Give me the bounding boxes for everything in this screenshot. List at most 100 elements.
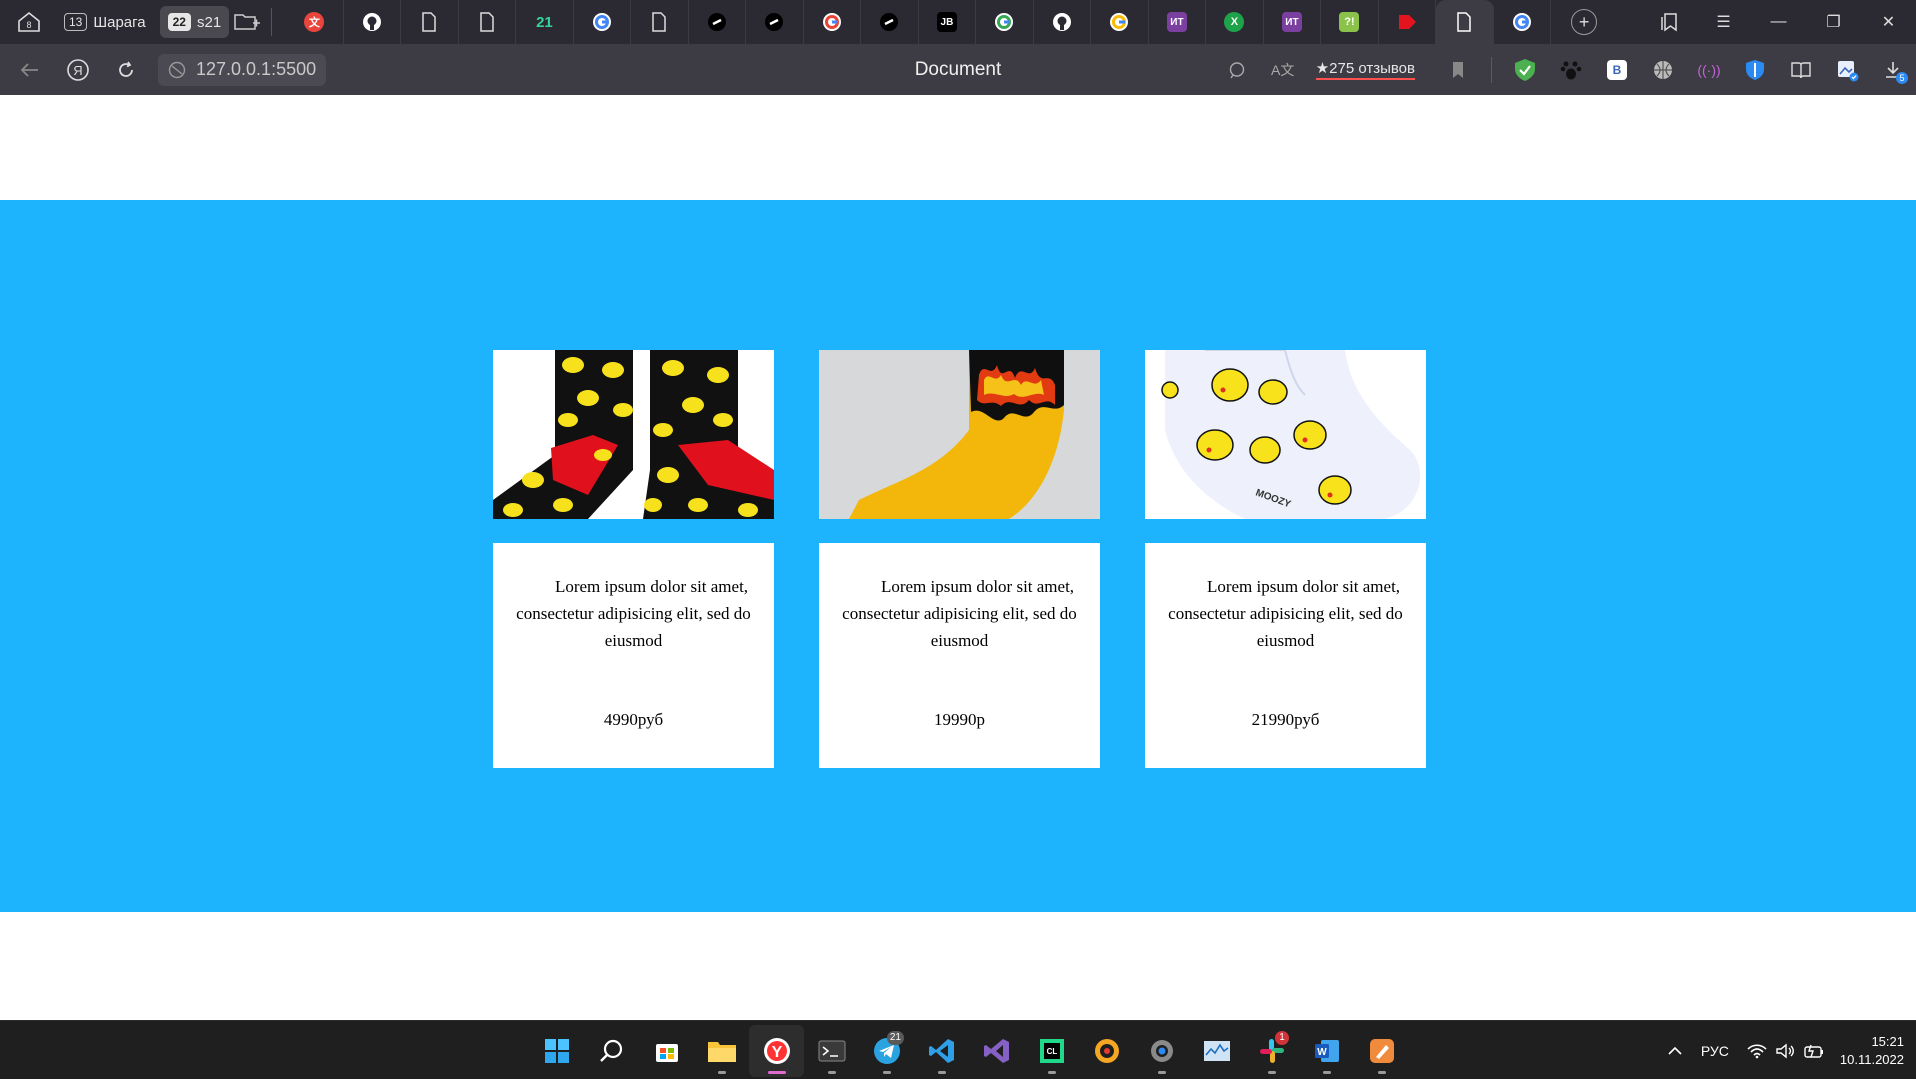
taskbar-terminal[interactable] bbox=[804, 1025, 859, 1077]
tab-google-2[interactable] bbox=[804, 0, 862, 44]
tab-google-3[interactable] bbox=[976, 0, 1034, 44]
google-icon bbox=[592, 13, 611, 31]
tab-github[interactable] bbox=[344, 0, 402, 44]
tab-translate[interactable]: 文 bbox=[286, 0, 344, 44]
tab-github-2[interactable] bbox=[1034, 0, 1092, 44]
tab-google-4[interactable] bbox=[1091, 0, 1149, 44]
svg-text:W: W bbox=[1317, 1047, 1327, 1058]
taskbar-visual-studio[interactable] bbox=[969, 1025, 1024, 1077]
extension-reader[interactable] bbox=[1778, 50, 1824, 90]
taskbar-music[interactable] bbox=[1079, 1025, 1134, 1077]
tab-group-count: 22 bbox=[167, 13, 191, 31]
tab-link-3[interactable] bbox=[861, 0, 919, 44]
clock-date: 10.11.2022 bbox=[1839, 1051, 1904, 1067]
taskbar-monitor[interactable] bbox=[1189, 1025, 1244, 1077]
github-icon bbox=[362, 13, 381, 31]
tab-link-2[interactable] bbox=[746, 0, 804, 44]
clock[interactable]: 15:21 10.11.2022 bbox=[1834, 1033, 1916, 1069]
chain-link-icon bbox=[707, 13, 726, 31]
tab-ut-1[interactable]: ИТ bbox=[1149, 0, 1207, 44]
taskbar-paint-app[interactable] bbox=[1354, 1025, 1409, 1077]
reload-button[interactable] bbox=[102, 50, 150, 90]
shield-check-icon bbox=[1515, 58, 1535, 81]
extension-broadcast[interactable]: ((·)) bbox=[1686, 50, 1732, 90]
start-button[interactable] bbox=[529, 1025, 584, 1077]
tab-video[interactable] bbox=[1379, 0, 1437, 44]
bookmarks-collection-icon bbox=[1660, 13, 1677, 32]
taskbar-clion[interactable]: CL bbox=[1024, 1025, 1079, 1077]
extension-shield[interactable] bbox=[1732, 50, 1778, 90]
google-icon bbox=[822, 13, 841, 31]
question-icon: ?! bbox=[1339, 12, 1360, 32]
extension-adguard[interactable] bbox=[1502, 50, 1548, 90]
extension-paw[interactable] bbox=[1548, 50, 1594, 90]
tab-document-current[interactable] bbox=[1436, 0, 1494, 44]
pinned-tabs: 文 21 JB ИТ X ИТ ?! bbox=[286, 0, 1552, 44]
bookmark-button[interactable] bbox=[1435, 50, 1481, 90]
chat-button[interactable] bbox=[1214, 50, 1260, 90]
tab-google-1[interactable] bbox=[574, 0, 632, 44]
tab-excel[interactable]: X bbox=[1206, 0, 1264, 44]
url-text[interactable]: 127.0.0.1:5500 bbox=[196, 59, 316, 80]
close-window-button[interactable]: ✕ bbox=[1861, 0, 1916, 44]
yandex-button[interactable]: Я bbox=[54, 50, 102, 90]
minimize-button[interactable]: — bbox=[1751, 0, 1806, 44]
tab-quiz[interactable]: ?! bbox=[1321, 0, 1379, 44]
restore-button[interactable]: ❐ bbox=[1806, 0, 1861, 44]
menu-button[interactable]: ☰ bbox=[1696, 0, 1751, 44]
svg-text:Я: Я bbox=[73, 63, 82, 78]
tab-jetbrains[interactable]: JB bbox=[919, 0, 977, 44]
close-icon: ✕ bbox=[1881, 14, 1896, 31]
new-tab-button[interactable]: + bbox=[1571, 9, 1598, 35]
tab-ut-2[interactable]: ИТ bbox=[1264, 0, 1322, 44]
chat-bubble-icon bbox=[1229, 61, 1244, 78]
tab-group-home[interactable]: 8 bbox=[8, 6, 50, 38]
taskbar-settings[interactable] bbox=[1134, 1025, 1189, 1077]
taskbar-telegram[interactable]: 21 bbox=[859, 1025, 914, 1077]
school21-icon: 21 bbox=[536, 13, 553, 31]
extension-vk[interactable]: B bbox=[1594, 50, 1640, 90]
product-info: Lorem ipsum dolor sit amet, consectetur … bbox=[493, 543, 774, 768]
search-button[interactable] bbox=[584, 1025, 639, 1077]
network-volume-battery[interactable] bbox=[1738, 1021, 1834, 1080]
site-info-globe-icon[interactable] bbox=[168, 61, 186, 79]
search-icon bbox=[599, 1039, 622, 1062]
back-button[interactable] bbox=[6, 50, 54, 90]
taskbar-word[interactable]: W bbox=[1299, 1025, 1354, 1077]
chevron-up-icon bbox=[1668, 1046, 1682, 1055]
tab-group-s21[interactable]: 22 s21 bbox=[159, 6, 230, 38]
taskbar-file-explorer[interactable] bbox=[694, 1025, 749, 1077]
running-indicator bbox=[882, 1070, 891, 1074]
toolbar-right: A文 ★275 отзывов B ((·)) 5 bbox=[1214, 44, 1916, 95]
tab-group-sharaga[interactable]: 13 Шарага bbox=[56, 6, 154, 38]
tab-document-2[interactable] bbox=[459, 0, 517, 44]
github-icon bbox=[1052, 13, 1071, 31]
window-controls: ☰ — ❐ ✕ bbox=[1641, 0, 1916, 44]
tab-google-5[interactable] bbox=[1494, 0, 1552, 44]
tab-link-1[interactable] bbox=[689, 0, 747, 44]
taskbar-store[interactable] bbox=[639, 1025, 694, 1077]
taskbar-slack[interactable]: 1 bbox=[1244, 1025, 1299, 1077]
extension-screenshot[interactable] bbox=[1824, 50, 1870, 90]
tab-document-1[interactable] bbox=[401, 0, 459, 44]
language-indicator[interactable]: РУС bbox=[1692, 1021, 1738, 1080]
extension-vpn[interactable] bbox=[1640, 50, 1686, 90]
taskbar-vscode[interactable] bbox=[914, 1025, 969, 1077]
tab-document-3[interactable] bbox=[631, 0, 689, 44]
address-bar[interactable]: 127.0.0.1:5500 bbox=[158, 53, 327, 86]
reviews-link[interactable]: ★275 отзывов bbox=[1315, 59, 1415, 80]
broadcast-icon: ((·)) bbox=[1697, 61, 1721, 78]
tab-strip-divider bbox=[271, 8, 273, 36]
show-hidden-icons-button[interactable] bbox=[1658, 1021, 1692, 1080]
taskbar-yandex-browser[interactable]: Y bbox=[749, 1024, 804, 1077]
product-description: Lorem ipsum dolor sit amet, consectetur … bbox=[1168, 577, 1403, 650]
running-indicator bbox=[1047, 1070, 1056, 1074]
downloads-button[interactable]: 5 bbox=[1870, 50, 1916, 90]
collections-button[interactable] bbox=[1641, 0, 1696, 44]
product-image-chick-socks-white: MOOZY bbox=[1145, 350, 1426, 519]
tab-school21[interactable]: 21 bbox=[516, 0, 574, 44]
new-tab-group-button[interactable] bbox=[229, 6, 265, 38]
hamburger-icon: ☰ bbox=[1716, 14, 1731, 31]
translate-button[interactable]: A文 bbox=[1260, 50, 1306, 90]
product-card: Lorem ipsum dolor sit amet, consectetur … bbox=[819, 350, 1100, 768]
